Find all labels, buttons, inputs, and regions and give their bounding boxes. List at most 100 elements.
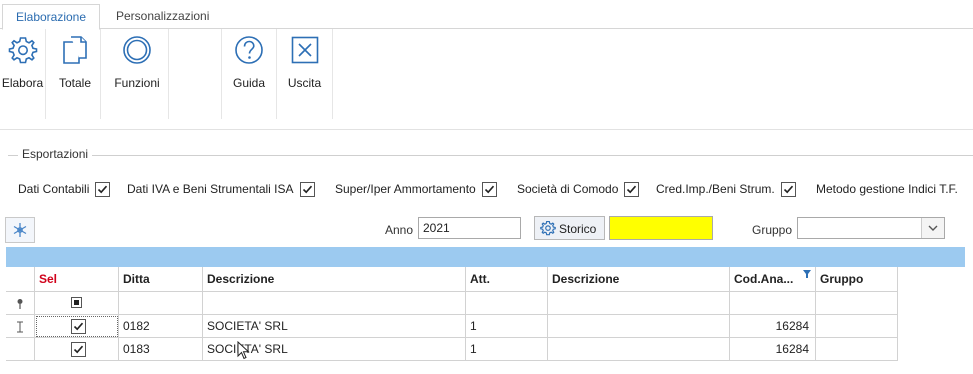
check-icon [783, 185, 793, 194]
filter-cell-cod-ana[interactable] [730, 292, 816, 315]
circle-icon [123, 36, 151, 64]
option-cred-imp[interactable]: Cred.Imp./Beni Strum. [656, 181, 796, 198]
esportazioni-title: Esportazioni [18, 147, 93, 161]
ribbon-spacer [169, 29, 222, 119]
option-dati-iva[interactable]: Dati IVA e Beni Strumentali ISA [127, 181, 315, 198]
check-icon [302, 185, 312, 194]
check-icon [98, 185, 108, 194]
gear-icon [8, 37, 37, 64]
cell-descrizione-2[interactable] [548, 315, 730, 338]
cell-descrizione-2[interactable] [548, 338, 730, 361]
option-dati-contabili[interactable]: Dati Contabili [18, 181, 111, 198]
option-label: Società di Comodo [517, 182, 619, 196]
cell-ditta[interactable]: 0182 [119, 315, 203, 338]
funzioni-label: Funzioni [114, 76, 160, 90]
help-icon [235, 36, 263, 64]
checkbox[interactable] [481, 182, 497, 198]
data-grid: Sel Ditta Descrizione Att. Descrizione C… [6, 267, 965, 374]
column-header-cod-ana-label: Cod.Ana... [734, 272, 794, 286]
storico-button[interactable]: Storico [534, 216, 605, 240]
checkbox[interactable] [780, 182, 796, 198]
cell-att[interactable]: 1 [466, 315, 548, 338]
row-select-cell[interactable] [35, 338, 119, 361]
anno-input[interactable]: 2021 [418, 217, 521, 239]
option-metodo-indici[interactable]: Metodo gestione Indici T.F. [816, 181, 958, 197]
uscita-button[interactable]: Uscita [277, 29, 333, 119]
column-header-ditta[interactable]: Ditta [119, 267, 203, 292]
column-header-cod-ana[interactable]: Cod.Ana... [730, 267, 816, 292]
filter-icon[interactable] [803, 270, 811, 278]
cell-ditta[interactable]: 0183 [119, 338, 203, 361]
checkbox[interactable] [624, 182, 640, 198]
storico-label: Storico [559, 222, 597, 236]
column-header-sel[interactable]: Sel [35, 267, 119, 292]
dropdown-arrow[interactable] [921, 218, 944, 238]
row-checkbox[interactable] [71, 342, 86, 357]
row-checkbox[interactable] [71, 319, 86, 334]
row-indicator-header [6, 267, 35, 292]
filter-cell-sel[interactable] [35, 292, 119, 315]
elabora-button[interactable]: Elabora [0, 29, 46, 119]
tab-personalizzazioni[interactable]: Personalizzazioni [108, 4, 217, 28]
option-label: Super/Iper Ammortamento [335, 182, 476, 196]
option-label: Cred.Imp./Beni Strum. [656, 182, 775, 196]
pin-icon [17, 299, 23, 309]
option-societa-comodo[interactable]: Società di Comodo [517, 181, 640, 198]
row-indicator [6, 338, 35, 361]
group-panel [6, 247, 965, 267]
gruppo-label: Gruppo [752, 223, 793, 237]
check-icon [73, 322, 84, 331]
cell-cod-ana[interactable]: 16284 [730, 338, 816, 361]
cell-cod-ana[interactable]: 16284 [730, 315, 816, 338]
tab-bar: Elaborazione Personalizzazioni [0, 0, 973, 30]
snowflake-button[interactable] [5, 217, 35, 243]
option-super-iper[interactable]: Super/Iper Ammortamento [335, 181, 497, 198]
column-header-gruppo[interactable]: Gruppo [816, 267, 898, 292]
close-icon [291, 36, 318, 64]
gear-icon [540, 221, 556, 236]
row-select-cell[interactable] [35, 315, 119, 338]
option-label: Metodo gestione Indici T.F. [816, 182, 958, 196]
tab-elaborazione[interactable]: Elaborazione [2, 4, 100, 30]
funzioni-button[interactable]: Funzioni [106, 29, 169, 119]
indeterminate-checkbox[interactable] [71, 297, 82, 308]
uscita-label: Uscita [287, 76, 322, 90]
checkbox[interactable] [95, 182, 111, 198]
gruppo-select[interactable] [797, 217, 945, 239]
highlight-field[interactable] [609, 216, 713, 240]
anno-label: Anno [385, 223, 414, 237]
option-label: Dati IVA e Beni Strumentali ISA [127, 182, 294, 196]
guida-label: Guida [232, 76, 266, 90]
option-label: Dati Contabili [18, 182, 90, 196]
filter-row-indicator [6, 292, 35, 315]
column-header-descrizione[interactable]: Descrizione [203, 267, 466, 292]
ribbon-toolbar: Elabora Totale Funzioni Guida Uscita [0, 29, 973, 130]
totale-label: Totale [58, 76, 92, 90]
column-header-att[interactable]: Att. [466, 267, 548, 292]
snowflake-icon [13, 223, 27, 237]
cell-att[interactable]: 1 [466, 338, 548, 361]
filter-cell-gruppo[interactable] [816, 292, 898, 315]
cell-descrizione[interactable]: SOCIETA' SRL [203, 315, 466, 338]
esportazioni-group: Esportazioni Dati Contabili Dati IVA e B… [8, 147, 973, 206]
filter-bar: Anno 2021 Storico Gruppo [0, 214, 973, 244]
mouse-pointer-icon [237, 341, 250, 360]
check-icon [73, 345, 84, 354]
column-header-descrizione-2[interactable]: Descrizione [548, 267, 730, 292]
text-cursor-icon [17, 321, 23, 333]
copy-icon [63, 36, 87, 64]
elabora-label: Elabora [1, 76, 44, 90]
filter-cell-descrizione[interactable] [203, 292, 466, 315]
filter-cell-ditta[interactable] [119, 292, 203, 315]
filter-cell-att[interactable] [466, 292, 548, 315]
row-indicator [6, 315, 35, 338]
chevron-down-icon [928, 225, 938, 231]
check-icon [627, 185, 637, 194]
check-icon [484, 185, 494, 194]
filter-cell-descrizione-2[interactable] [548, 292, 730, 315]
cell-gruppo[interactable] [816, 338, 898, 361]
totale-button[interactable]: Totale [50, 29, 101, 119]
guida-button[interactable]: Guida [222, 29, 277, 119]
checkbox[interactable] [299, 182, 315, 198]
cell-gruppo[interactable] [816, 315, 898, 338]
